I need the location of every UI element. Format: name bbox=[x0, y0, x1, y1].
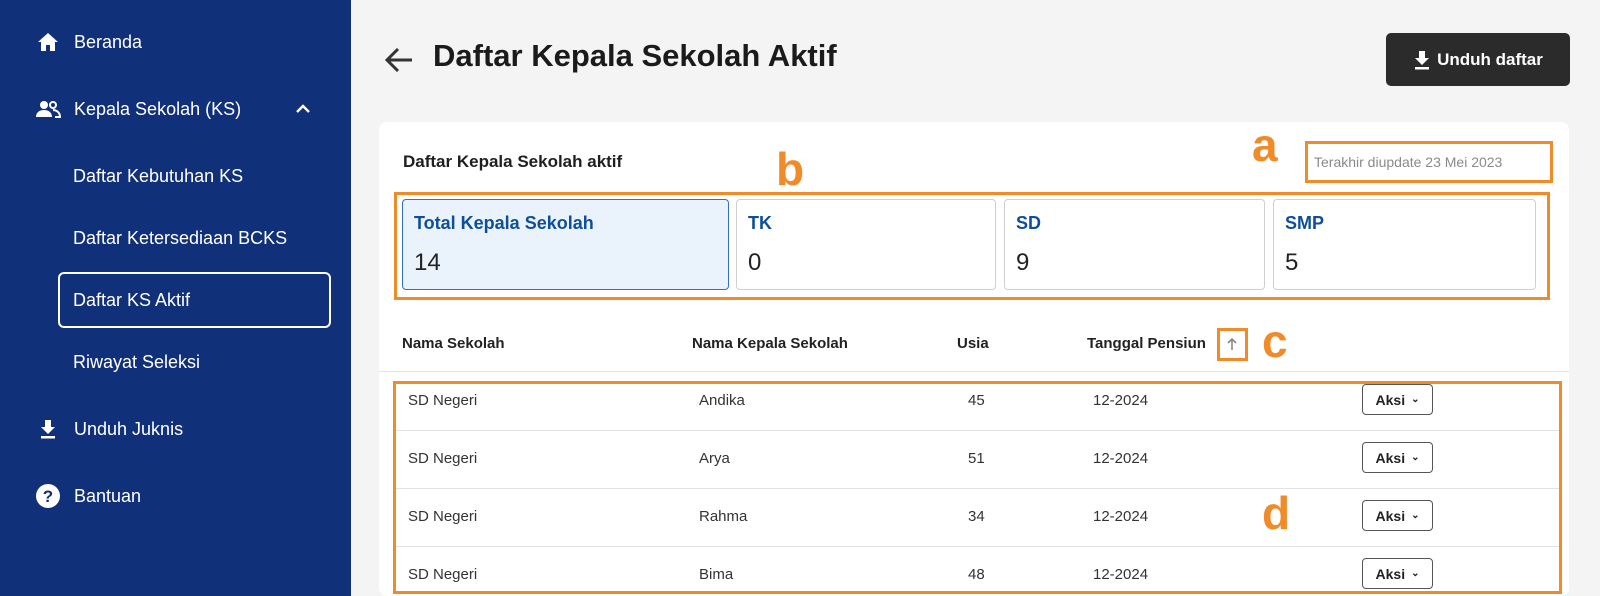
sidebar-item-label: Kepala Sekolah (KS) bbox=[74, 98, 242, 119]
annotation-letter-d: d bbox=[1262, 487, 1291, 539]
sidebar: Beranda Kepala Sekolah (KS) Daftar Kebut… bbox=[0, 0, 351, 596]
download-button-label: Unduh daftar bbox=[1437, 49, 1543, 69]
column-header-nama-kepala: Nama Kepala Sekolah bbox=[692, 335, 848, 352]
annotation-letter-c: c bbox=[1262, 315, 1288, 367]
card-title: Daftar Kepala Sekolah aktif bbox=[403, 152, 623, 171]
sidebar-item-kepala-sekolah[interactable]: Kepala Sekolah (KS) bbox=[0, 84, 351, 134]
help-icon: ? bbox=[35, 483, 61, 509]
annotation-letter-b: b bbox=[776, 143, 805, 195]
sidebar-item-label: Bantuan bbox=[74, 485, 142, 506]
column-header-usia: Usia bbox=[957, 335, 989, 352]
annotation-box-b bbox=[394, 192, 1550, 300]
download-icon bbox=[35, 416, 61, 442]
sidebar-subitem-ketersediaan-bcks[interactable]: Daftar Ketersediaan BCKS bbox=[58, 210, 331, 266]
sidebar-item-beranda[interactable]: Beranda bbox=[0, 17, 351, 67]
sidebar-item-label: Unduh Juknis bbox=[74, 418, 184, 439]
column-header-tanggal-pensiun: Tanggal Pensiun bbox=[1087, 335, 1206, 352]
svg-text:?: ? bbox=[43, 487, 53, 506]
annotation-box-a bbox=[1305, 141, 1553, 183]
home-icon bbox=[35, 29, 61, 55]
sidebar-subitem-label: Riwayat Seleksi bbox=[73, 351, 201, 372]
annotation-box-c bbox=[1217, 328, 1248, 361]
annotation-letter-a: a bbox=[1252, 119, 1278, 171]
sidebar-item-bantuan[interactable]: ? Bantuan bbox=[0, 471, 351, 521]
sidebar-subitem-ks-aktif[interactable]: Daftar KS Aktif bbox=[58, 272, 331, 328]
sidebar-subitem-label: Daftar Kebutuhan KS bbox=[73, 165, 244, 186]
chevron-up-icon[interactable] bbox=[292, 98, 314, 120]
column-header-nama-sekolah: Nama Sekolah bbox=[402, 335, 505, 352]
sidebar-subitem-riwayat-seleksi[interactable]: Riwayat Seleksi bbox=[58, 334, 331, 390]
sidebar-item-unduh-juknis[interactable]: Unduh Juknis bbox=[0, 404, 351, 454]
page-title: Daftar Kepala Sekolah Aktif bbox=[433, 38, 837, 73]
annotation-box-d bbox=[393, 381, 1562, 594]
sidebar-subitem-label: Daftar Ketersediaan BCKS bbox=[73, 227, 288, 248]
users-icon bbox=[35, 96, 61, 122]
sidebar-item-label: Beranda bbox=[74, 31, 143, 52]
download-list-button[interactable]: Unduh daftar bbox=[1386, 33, 1570, 86]
download-icon bbox=[1415, 50, 1430, 69]
divider bbox=[379, 371, 1569, 372]
back-arrow-icon[interactable] bbox=[382, 43, 416, 77]
sidebar-subitem-label: Daftar KS Aktif bbox=[73, 289, 191, 310]
sidebar-subitem-kebutuhan-ks[interactable]: Daftar Kebutuhan KS bbox=[58, 148, 331, 204]
